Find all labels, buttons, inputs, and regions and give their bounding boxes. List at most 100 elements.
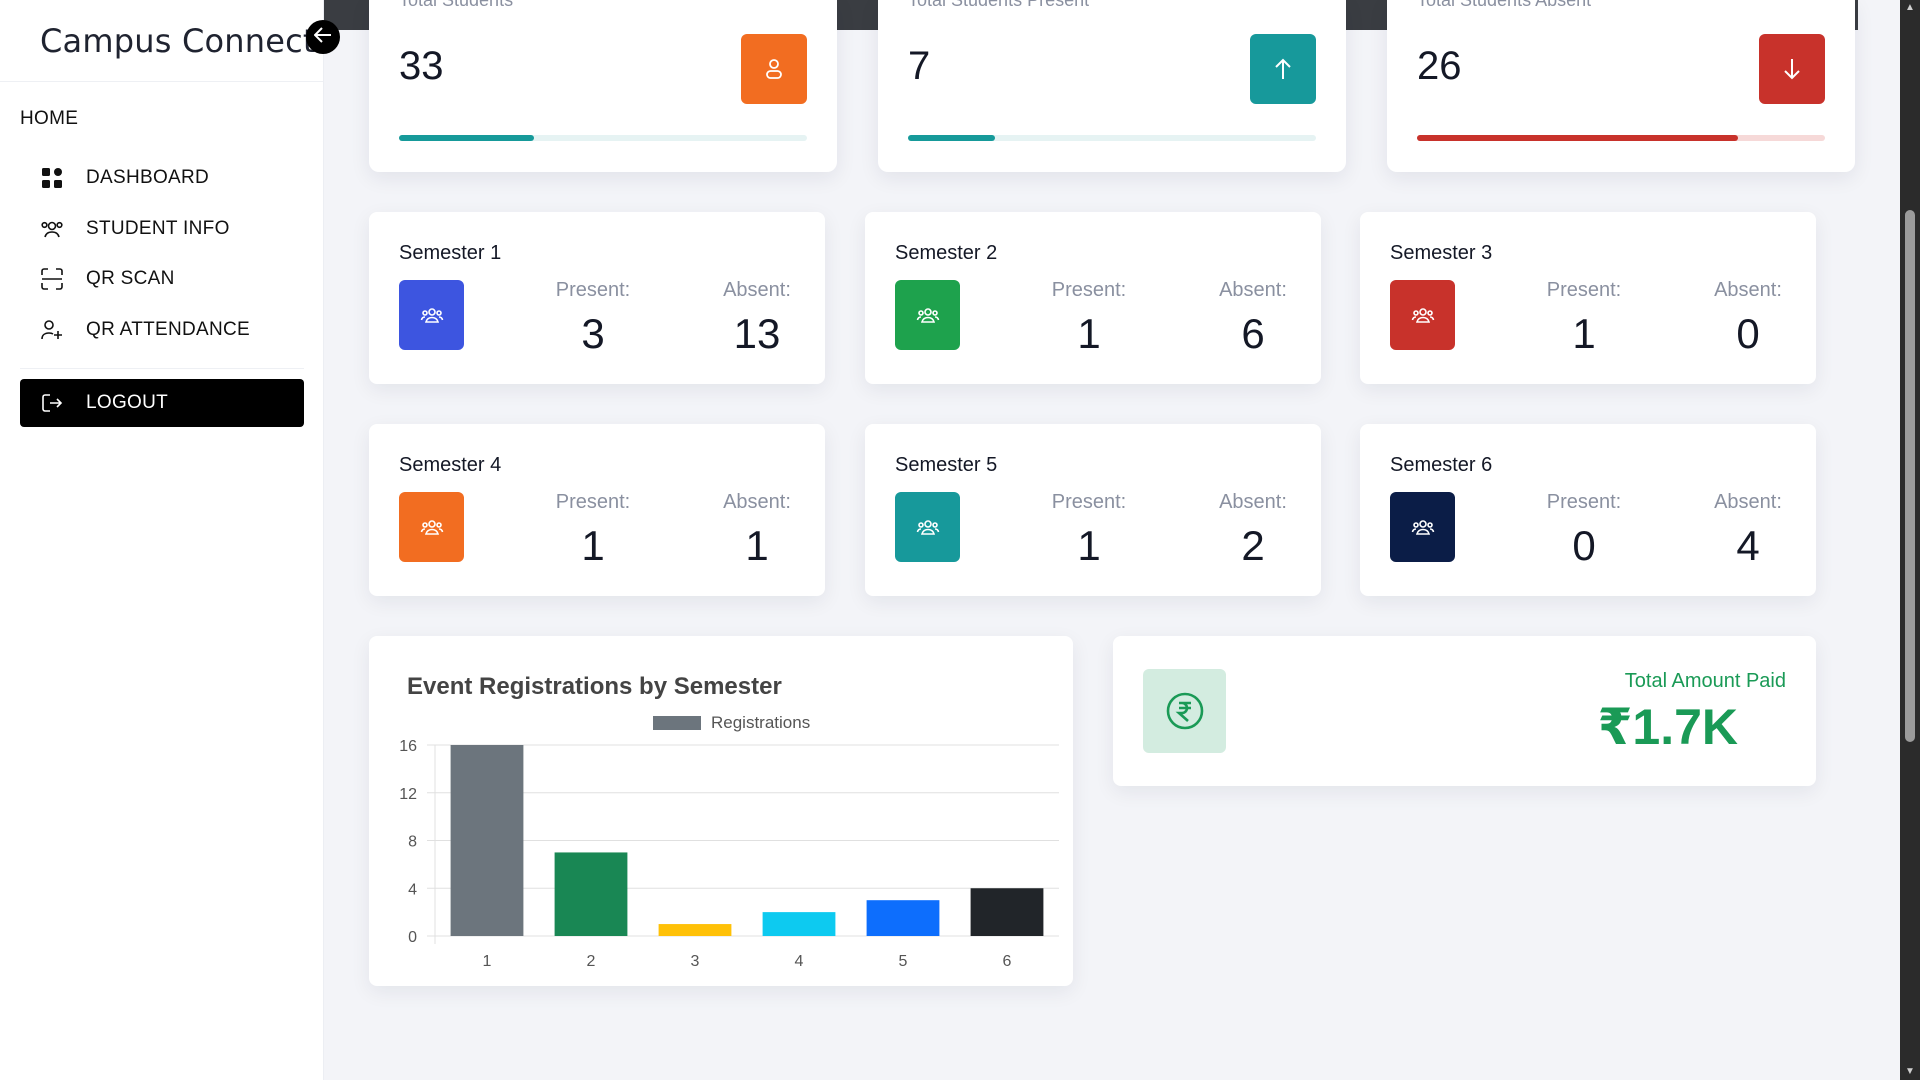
users-icon xyxy=(38,217,66,241)
chart-title: Event Registrations by Semester xyxy=(407,673,782,700)
bar xyxy=(658,924,732,936)
scroll-thumb[interactable] xyxy=(1905,210,1915,742)
semester-title: Semester 3 xyxy=(1390,242,1493,264)
group-icon xyxy=(1390,492,1455,562)
stat-progress-fill xyxy=(399,135,534,141)
absent-label: Absent: xyxy=(1714,279,1782,301)
absent-value: 4 xyxy=(1736,522,1760,569)
semester-title: Semester 5 xyxy=(895,454,998,476)
y-tick-label: 0 xyxy=(408,929,417,946)
logout-icon xyxy=(38,391,66,415)
sidebar-item-qr-attendance[interactable]: QR ATTENDANCE xyxy=(38,314,250,346)
semester-card-2: Semester 2 Present: 1 Absent: 6 xyxy=(865,212,1321,384)
semester-card-1: Semester 1 Present: 3 Absent: 13 xyxy=(369,212,825,384)
present-label: Present: xyxy=(1051,279,1127,301)
y-tick-label: 16 xyxy=(399,738,417,755)
present-stat: Present: 1 xyxy=(1034,279,1144,358)
scroll-up-arrow[interactable]: ▲ xyxy=(1904,2,1916,14)
sidebar-item-student-info[interactable]: STUDENT INFO xyxy=(38,213,230,245)
absent-value: 6 xyxy=(1241,310,1265,357)
present-label: Present: xyxy=(1051,491,1127,513)
present-value: 1 xyxy=(581,522,605,569)
user-icon xyxy=(741,34,807,104)
amount-card: Total Amount Paid ₹1.7K xyxy=(1113,636,1816,786)
arrow-down-icon xyxy=(1759,34,1825,104)
event-registrations-chart: Event Registrations by Semester Registrat… xyxy=(369,636,1073,986)
absent-stat: Absent: 0 xyxy=(1693,279,1803,358)
absent-label: Absent: xyxy=(1219,491,1287,513)
stat-value: 33 xyxy=(399,44,444,88)
stat-progress-fill xyxy=(908,135,995,141)
absent-value: 0 xyxy=(1736,310,1760,357)
present-stat: Present: 1 xyxy=(1034,491,1144,570)
stat-value: 7 xyxy=(908,44,931,88)
absent-value: 2 xyxy=(1241,522,1265,569)
brand-title: Campus Connect xyxy=(40,22,316,60)
stat-progress-fill xyxy=(1417,135,1739,141)
stat-label: Total Students Absent xyxy=(1417,0,1592,10)
stat-progress-track xyxy=(1417,135,1825,141)
present-label: Present: xyxy=(1546,491,1622,513)
sidebar-item-label: QR ATTENDANCE xyxy=(86,319,251,340)
semester-title: Semester 6 xyxy=(1390,454,1493,476)
present-value: 1 xyxy=(1077,310,1101,357)
scrollbar[interactable]: ▲ ▼ xyxy=(1900,0,1920,1080)
absent-value: 1 xyxy=(745,522,769,569)
stat-value: 26 xyxy=(1417,44,1462,88)
stat-card-present: Total Students Present 7 xyxy=(878,0,1346,172)
present-stat: Present: 0 xyxy=(1529,491,1639,570)
group-icon xyxy=(399,280,464,350)
present-value: 1 xyxy=(1077,522,1101,569)
arrow-up-icon xyxy=(1250,34,1316,104)
absent-value: 13 xyxy=(733,310,781,357)
bar xyxy=(762,912,836,936)
present-value: 1 xyxy=(1572,310,1596,357)
semester-card-5: Semester 5 Present: 1 Absent: 2 xyxy=(865,424,1321,596)
semester-card-6: Semester 6 Present: 0 Absent: 4 xyxy=(1360,424,1816,596)
present-stat: Present: 1 xyxy=(1529,279,1639,358)
stat-card-absent: Total Students Absent 26 xyxy=(1387,0,1855,172)
nav-home-label[interactable]: HOME xyxy=(20,108,78,130)
bar xyxy=(554,852,628,936)
y-tick-label: 12 xyxy=(399,786,417,803)
x-tick-label: 2 xyxy=(587,953,596,970)
stat-progress-track xyxy=(399,135,807,141)
present-label: Present: xyxy=(555,279,631,301)
x-tick-label: 1 xyxy=(483,953,492,970)
collapse-sidebar-button[interactable] xyxy=(306,20,340,54)
semester-card-4: Semester 4 Present: 1 Absent: 1 xyxy=(369,424,825,596)
x-tick-label: 6 xyxy=(1003,953,1012,970)
group-icon xyxy=(1390,280,1455,350)
sidebar: Campus Connect HOME DASHBOARD STUDENT IN… xyxy=(0,0,324,1080)
user-plus-icon xyxy=(38,318,66,342)
y-tick-label: 8 xyxy=(408,834,417,851)
divider xyxy=(20,368,304,369)
group-icon xyxy=(895,280,960,350)
present-label: Present: xyxy=(555,491,631,513)
absent-label: Absent: xyxy=(723,279,791,301)
present-value: 3 xyxy=(581,310,605,357)
scroll-down-arrow[interactable]: ▼ xyxy=(1904,1066,1916,1078)
semester-card-3: Semester 3 Present: 1 Absent: 0 xyxy=(1360,212,1816,384)
amount-label: Total Amount Paid xyxy=(1624,670,1786,692)
x-tick-label: 3 xyxy=(691,953,700,970)
stat-label: Total Students xyxy=(399,0,514,10)
semester-title: Semester 1 xyxy=(399,242,502,264)
stat-progress-track xyxy=(908,135,1316,141)
sidebar-item-dashboard[interactable]: DASHBOARD xyxy=(38,162,209,194)
brand-row: Campus Connect xyxy=(0,0,323,82)
legend-label: Registrations xyxy=(711,713,810,732)
stat-label: Total Students Present xyxy=(908,0,1090,10)
present-stat: Present: 1 xyxy=(538,491,648,570)
y-tick-label: 4 xyxy=(408,881,417,898)
absent-stat: Absent: 1 xyxy=(702,491,812,570)
logout-label: LOGOUT xyxy=(86,392,169,413)
present-stat: Present: 3 xyxy=(538,279,648,358)
bar xyxy=(450,745,524,936)
sidebar-item-qr-scan[interactable]: QR SCAN xyxy=(38,263,175,295)
absent-stat: Absent: 6 xyxy=(1198,279,1308,358)
logout-button[interactable]: LOGOUT xyxy=(20,379,304,427)
absent-stat: Absent: 13 xyxy=(702,279,812,358)
group-icon xyxy=(399,492,464,562)
dashboard-icon xyxy=(38,166,66,190)
